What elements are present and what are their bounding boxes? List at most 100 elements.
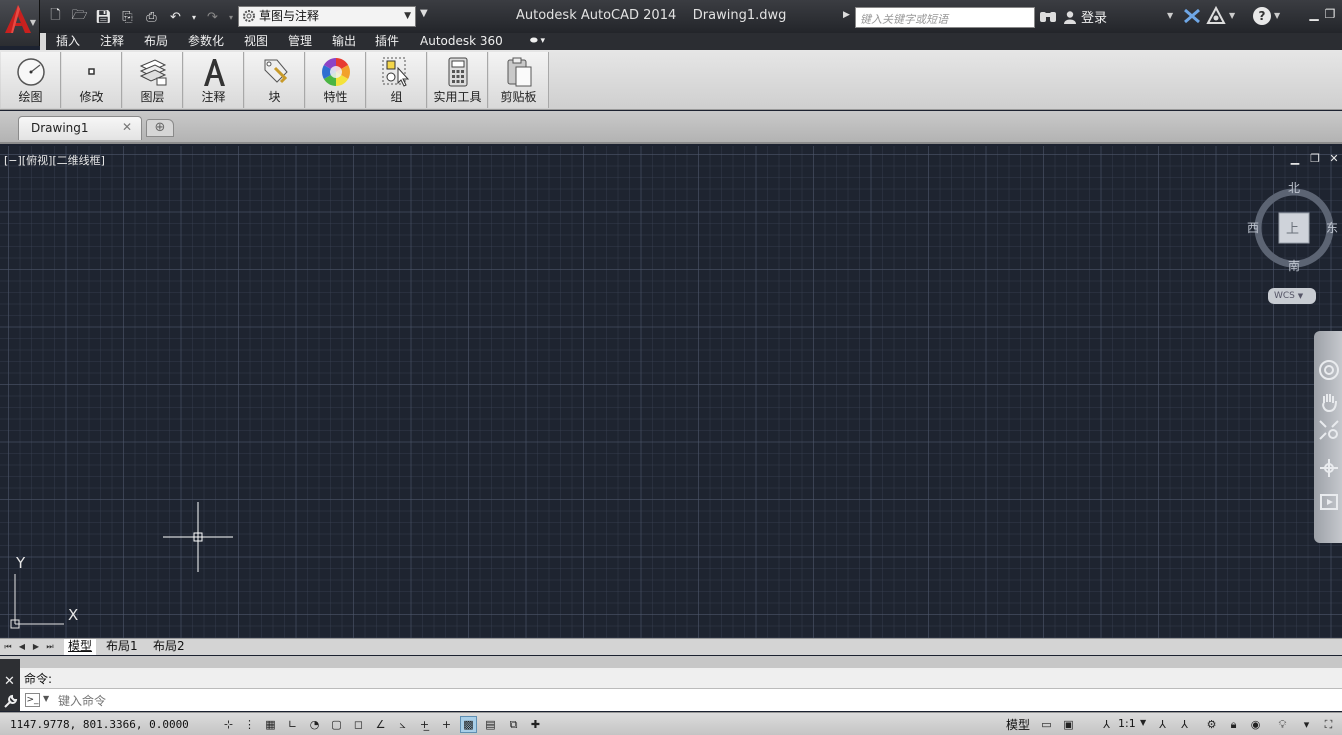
snap-mode-icon[interactable]: ⋮ bbox=[241, 716, 258, 733]
object-snap-tracking-icon[interactable]: ∠ bbox=[372, 716, 389, 733]
steering-wheel-icon[interactable] bbox=[1318, 359, 1340, 381]
prev-layout-icon[interactable]: ◀ bbox=[16, 640, 28, 654]
status-bar-menu-icon[interactable]: ▾ bbox=[1298, 716, 1315, 733]
save-icon[interactable]: 💾︎ bbox=[94, 8, 113, 27]
tab-view[interactable]: 视图 bbox=[244, 33, 268, 50]
panel-annotation[interactable]: 注释 bbox=[184, 52, 244, 108]
viewport-controls-label[interactable]: [−][俯视][二维线框] bbox=[4, 152, 105, 168]
orbit-icon[interactable] bbox=[1318, 457, 1340, 479]
infer-constraints-icon[interactable]: ⊹ bbox=[220, 716, 237, 733]
quick-view-drawings-icon[interactable]: ▣ bbox=[1060, 716, 1077, 733]
zoom-extents-icon[interactable] bbox=[1318, 419, 1340, 441]
tab-annotate[interactable]: 注释 bbox=[100, 33, 124, 50]
layout-tab-model[interactable]: 模型 bbox=[64, 639, 97, 655]
pan-hand-icon[interactable] bbox=[1318, 391, 1340, 413]
command-prompt-icon[interactable]: >_ bbox=[25, 693, 40, 707]
login-button[interactable]: 登录 bbox=[1063, 7, 1107, 26]
viewcube-east[interactable]: 东 bbox=[1326, 219, 1338, 236]
command-input[interactable] bbox=[58, 692, 658, 709]
toolbar-lock-icon[interactable]: 🔒︎ bbox=[1225, 716, 1242, 733]
panel-utilities[interactable]: 实用工具 bbox=[428, 52, 488, 108]
model-space-toggle[interactable]: 模型 bbox=[1006, 716, 1030, 733]
file-tab-drawing1[interactable]: Drawing1 ✕ bbox=[18, 116, 142, 140]
search-expand-icon[interactable]: ▶ bbox=[843, 10, 850, 20]
wcs-menu[interactable]: WCS ▼ bbox=[1268, 288, 1316, 304]
tab-default[interactable]: 默认 bbox=[40, 33, 46, 50]
login-dropdown-icon[interactable]: ▼ bbox=[1167, 11, 1173, 20]
selection-cycling-icon[interactable]: ⧉ bbox=[505, 716, 522, 733]
quick-view-layouts-icon[interactable]: ▭ bbox=[1038, 716, 1055, 733]
application-menu-button[interactable]: ▼ bbox=[0, 0, 40, 46]
tab-layout[interactable]: 布局 bbox=[144, 33, 168, 50]
chevron-down-icon[interactable]: ▼ bbox=[1140, 718, 1146, 727]
panel-block[interactable]: 块 bbox=[245, 52, 305, 108]
redo-icon[interactable]: ↷ bbox=[203, 8, 222, 27]
tab-plugins[interactable]: 插件 bbox=[375, 33, 399, 50]
tab-manage[interactable]: 管理 bbox=[288, 33, 312, 50]
qat-customize-icon[interactable]: ▼ bbox=[420, 8, 428, 19]
auto-scale-icon[interactable]: ⅄ bbox=[1176, 716, 1193, 733]
layout-tab-layout1[interactable]: 布局1 bbox=[102, 639, 142, 655]
annotation-scale-icon[interactable]: ⅄ bbox=[1098, 716, 1115, 733]
search-input[interactable]: 键入关键字或短语 bbox=[855, 7, 1035, 28]
3d-object-snap-icon[interactable]: ◻ bbox=[350, 716, 367, 733]
clean-screen-icon[interactable]: ⛶ bbox=[1320, 716, 1337, 733]
tab-autodesk-360[interactable]: Autodesk 360 bbox=[420, 33, 503, 50]
viewport-minimize-icon[interactable]: ▁ bbox=[1289, 153, 1301, 165]
dynamic-ucs-icon[interactable]: ⦣ bbox=[394, 716, 411, 733]
new-drawing-tab-button[interactable]: ⊕ bbox=[146, 119, 174, 137]
help-icon[interactable]: ? bbox=[1253, 7, 1271, 25]
last-layout-icon[interactable]: ⏭ bbox=[44, 640, 56, 654]
tab-output[interactable]: 输出 bbox=[332, 33, 356, 50]
coordinate-display[interactable]: 1147.9778, 801.3366, 0.0000 bbox=[10, 718, 189, 731]
viewport-restore-icon[interactable]: ❐ bbox=[1309, 153, 1321, 165]
workspace-select[interactable]: 草图与注释 ▼ bbox=[238, 6, 416, 27]
layout-tab-layout2[interactable]: 布局2 bbox=[149, 639, 189, 655]
grid-display-icon[interactable]: ▦ bbox=[262, 716, 279, 733]
lineweight-icon[interactable]: + bbox=[438, 716, 455, 733]
command-window-titlebar[interactable] bbox=[0, 656, 1342, 668]
redo-dropdown-icon[interactable]: ▾ bbox=[227, 8, 235, 27]
panel-clipboard[interactable]: 剪贴板 bbox=[489, 52, 549, 108]
show-motion-icon[interactable] bbox=[1318, 491, 1340, 513]
viewcube[interactable]: 北 南 东 西 上 bbox=[1246, 176, 1342, 276]
panel-layers[interactable]: 图层 bbox=[123, 52, 183, 108]
restore-window-icon[interactable]: ❐ bbox=[1322, 6, 1338, 22]
hardware-acceleration-icon[interactable]: ◉ bbox=[1247, 716, 1264, 733]
ribbon-minimize-toggle[interactable]: ⬬ ▾ bbox=[530, 33, 545, 50]
recent-commands-dropdown-icon[interactable]: ▼ bbox=[43, 694, 49, 703]
tab-insert[interactable]: 插入 bbox=[56, 33, 80, 50]
dynamic-input-icon[interactable]: +̲ bbox=[416, 716, 433, 733]
exchange-apps-icon[interactable] bbox=[1183, 8, 1201, 24]
help-dropdown-icon[interactable]: ▼ bbox=[1274, 11, 1280, 20]
close-icon[interactable]: ✕ bbox=[122, 120, 132, 134]
tab-parametric[interactable]: 参数化 bbox=[188, 33, 224, 50]
minimize-window-icon[interactable]: ▁ bbox=[1306, 6, 1322, 22]
viewcube-top-face[interactable]: 上 bbox=[1286, 218, 1299, 237]
quick-properties-icon[interactable]: ▤ bbox=[482, 716, 499, 733]
plot-print-icon[interactable]: ⎙ bbox=[142, 8, 161, 27]
drawing-canvas[interactable]: [−][俯视][二维线框] ▁ ❐ ✕ 北 南 东 西 上 WCS ▼ Y X bbox=[0, 146, 1342, 638]
viewport-close-icon[interactable]: ✕ bbox=[1328, 153, 1340, 165]
viewcube-north[interactable]: 北 bbox=[1288, 179, 1300, 196]
annotation-monitor-icon[interactable]: ✚ bbox=[527, 716, 544, 733]
viewcube-west[interactable]: 西 bbox=[1247, 219, 1259, 236]
wrench-icon[interactable] bbox=[3, 694, 18, 709]
binoculars-search-icon[interactable] bbox=[1039, 8, 1057, 24]
workspace-switching-gear-icon[interactable]: ⚙ bbox=[1203, 716, 1220, 733]
next-layout-icon[interactable]: ▶ bbox=[30, 640, 42, 654]
polar-tracking-icon[interactable]: ◔ bbox=[306, 716, 323, 733]
first-layout-icon[interactable]: ⏮ bbox=[2, 640, 14, 654]
save-as-icon[interactable]: ⎘ bbox=[118, 8, 137, 27]
annotation-visibility-icon[interactable]: ⅄ bbox=[1154, 716, 1171, 733]
panel-groups[interactable]: 组 bbox=[367, 52, 427, 108]
ortho-mode-icon[interactable]: ∟ bbox=[284, 716, 301, 733]
panel-modify[interactable]: 修改 bbox=[62, 52, 122, 108]
panel-properties[interactable]: 特性 bbox=[306, 52, 366, 108]
viewcube-south[interactable]: 南 bbox=[1288, 257, 1300, 274]
new-file-icon[interactable]: 🗋 bbox=[46, 8, 65, 27]
undo-icon[interactable]: ↶ bbox=[166, 8, 185, 27]
panel-draw[interactable]: 绘图 bbox=[1, 52, 61, 108]
close-icon[interactable]: ✕ bbox=[4, 674, 15, 689]
transparency-icon[interactable]: ▩ bbox=[460, 716, 477, 733]
